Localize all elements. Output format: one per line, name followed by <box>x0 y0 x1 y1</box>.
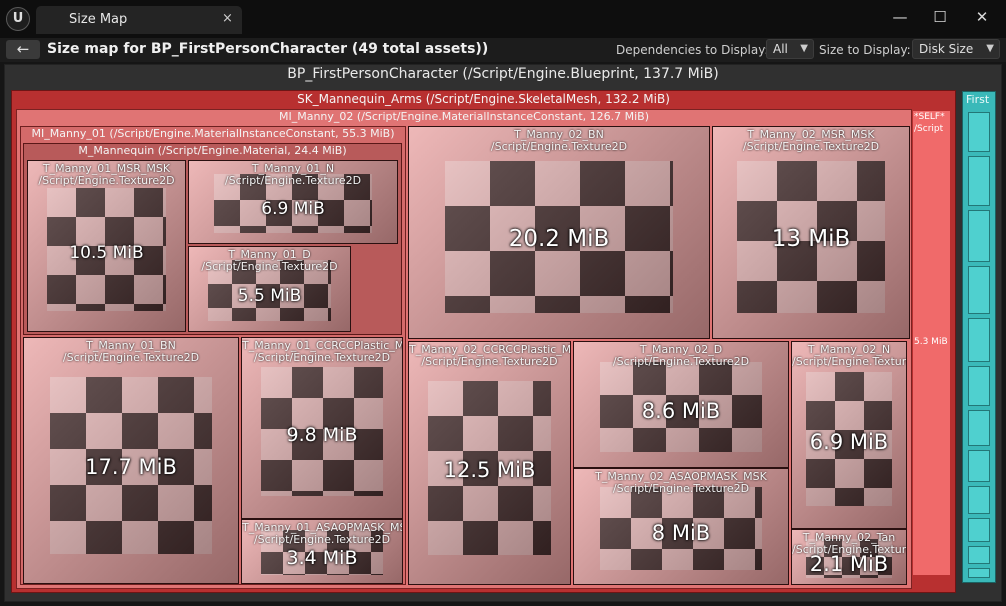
texture-size: 8.6 MiB <box>641 399 721 423</box>
size-display-dropdown[interactable]: Disk Size ▼ <box>912 39 1000 59</box>
texture-node[interactable]: T_Manny_01_CCRCCPlastic_MS/Script/Engine… <box>241 337 403 519</box>
texture-size: 6.9 MiB <box>261 198 325 219</box>
title-bar: U Size Map × — ☐ ✕ <box>0 0 1006 38</box>
texture-node[interactable]: T_Manny_01_MSR_MSK/Script/Engine.Texture… <box>27 160 186 332</box>
texture-type: /Script/Engine.Texture2D <box>253 533 391 546</box>
texture-node[interactable]: T_Manny_01_ASAOPMASK_MSI/Script/Engine.T… <box>241 519 403 584</box>
texture-type: /Script/Engine.Texture2D <box>253 351 391 364</box>
texture-size: 12.5 MiB <box>443 457 536 482</box>
texture-size: 3.4 MiB <box>286 547 358 569</box>
node-skeletal-mesh-label: SK_Mannequin_Arms (/Script/Engine.Skelet… <box>297 92 670 106</box>
node-mi-manny-02-label: MI_Manny_02 (/Script/Engine.MaterialInst… <box>278 110 649 123</box>
teal-cell[interactable] <box>968 366 990 406</box>
texture-node[interactable]: T_Manny_02_CCRCCPlastic_MS/Script/Engine… <box>408 341 571 585</box>
texture-type: /Script/Engine.Texture2D <box>62 351 200 364</box>
teal-cell[interactable] <box>968 210 990 262</box>
texture-size: 8 MiB <box>651 521 711 545</box>
unreal-logo-icon: U <box>6 7 30 31</box>
maximize-button[interactable]: ☐ <box>920 6 960 28</box>
teal-cell[interactable] <box>968 546 990 564</box>
self-type: /Script <box>914 124 944 134</box>
tab-title: Size Map <box>69 12 128 27</box>
texture-size: 10.5 MiB <box>69 242 144 263</box>
node-first-label: First <box>966 93 990 106</box>
back-button[interactable]: ← <box>6 40 40 59</box>
node-first[interactable]: First <box>962 91 996 583</box>
texture-type: /Script/Engine.Texture2D <box>490 140 628 153</box>
texture-node[interactable]: T_Manny_02_BN/Script/Engine.Texture2D 20.… <box>408 126 710 339</box>
size-map-headline: Size map for BP_FirstPersonCharacter (49… <box>47 41 489 57</box>
texture-node[interactable]: T_Manny_02_Tan/Script/Engine.Texture2D2.… <box>791 529 907 585</box>
teal-cell[interactable] <box>968 112 990 152</box>
toolbar: ← Size map for BP_FirstPersonCharacter (… <box>0 38 1006 62</box>
self-label: *SELF* <box>914 112 945 122</box>
texture-node[interactable]: T_Manny_01_D/Script/Engine.Texture2D 5.5 … <box>188 246 351 332</box>
root-node-label[interactable]: BP_FirstPersonCharacter (/Script/Engine.… <box>0 66 1006 82</box>
back-arrow-icon: ← <box>16 40 30 58</box>
texture-size: 13 MiB <box>771 226 851 252</box>
dependencies-value: All <box>773 42 788 56</box>
dependencies-label: Dependencies to Display: <box>616 43 769 57</box>
self-size: 5.3 MiB <box>914 337 948 347</box>
texture-size: 6.9 MiB <box>809 429 889 454</box>
teal-cell[interactable] <box>968 156 990 206</box>
texture-node[interactable]: T_Manny_02_ASAOPMASK_MSK/Script/Engine.T… <box>573 468 789 585</box>
texture-size: 17.7 MiB <box>85 455 177 479</box>
texture-type: /Script/Engine.Texture2D <box>792 355 907 368</box>
chevron-down-icon: ▼ <box>800 43 808 54</box>
teal-cell[interactable] <box>968 486 990 514</box>
texture-type: /Script/Engine.Texture2D <box>612 355 750 368</box>
size-display-value: Disk Size <box>919 42 974 56</box>
texture-node[interactable]: T_Manny_02_N/Script/Engine.Texture2D6.9 … <box>791 341 907 529</box>
close-window-button[interactable]: ✕ <box>962 6 1002 28</box>
texture-size: 20.2 MiB <box>508 226 610 252</box>
node-mi-manny-01-label: MI_Manny_01 (/Script/Engine.MaterialInst… <box>31 127 395 140</box>
teal-cell[interactable] <box>968 318 990 362</box>
texture-type: /Script/Engine.Texture2D <box>612 482 750 495</box>
node-m-mannequin-label: M_Mannequin (/Script/Engine.Material, 24… <box>78 144 347 157</box>
texture-type: /Script/Engine.Texture2D <box>421 355 558 368</box>
texture-node[interactable]: T_Manny_02_D/Script/Engine.Texture2D 8.6 … <box>573 341 789 468</box>
texture-node[interactable]: T_Manny_02_MSR_MSK/Script/Engine.Texture… <box>712 126 910 339</box>
tab-size-map[interactable]: Size Map × <box>36 6 242 34</box>
texture-type: /Script/Engine.Texture2D <box>224 174 362 187</box>
texture-type: /Script/Engine.Texture2D <box>201 260 338 273</box>
size-display-label: Size to Display: <box>819 43 911 57</box>
teal-cell[interactable] <box>968 518 990 542</box>
texture-size: 2.1 MiB <box>809 551 889 576</box>
tab-close-icon[interactable]: × <box>222 11 233 26</box>
texture-node[interactable]: T_Manny_01_N/Script/Engine.Texture2D 6.9 … <box>188 160 398 244</box>
texture-type: /Script/Engine.Texture2D <box>742 140 880 153</box>
texture-size: 5.5 MiB <box>237 285 302 306</box>
minimize-button[interactable]: — <box>880 6 920 28</box>
chevron-down-icon: ▼ <box>986 43 994 54</box>
teal-cell[interactable] <box>968 410 990 446</box>
teal-cell[interactable] <box>968 266 990 314</box>
teal-cell[interactable] <box>968 568 990 578</box>
teal-cell[interactable] <box>968 450 990 482</box>
texture-type: /Script/Engine.Texture2D <box>38 174 175 187</box>
dependencies-dropdown[interactable]: All ▼ <box>766 39 814 59</box>
node-self[interactable]: *SELF* /Script 5.3 MiB <box>913 111 950 575</box>
texture-node[interactable]: T_Manny_01_BN/Script/Engine.Texture2D 17.… <box>23 337 239 584</box>
texture-size: 9.8 MiB <box>286 423 358 446</box>
